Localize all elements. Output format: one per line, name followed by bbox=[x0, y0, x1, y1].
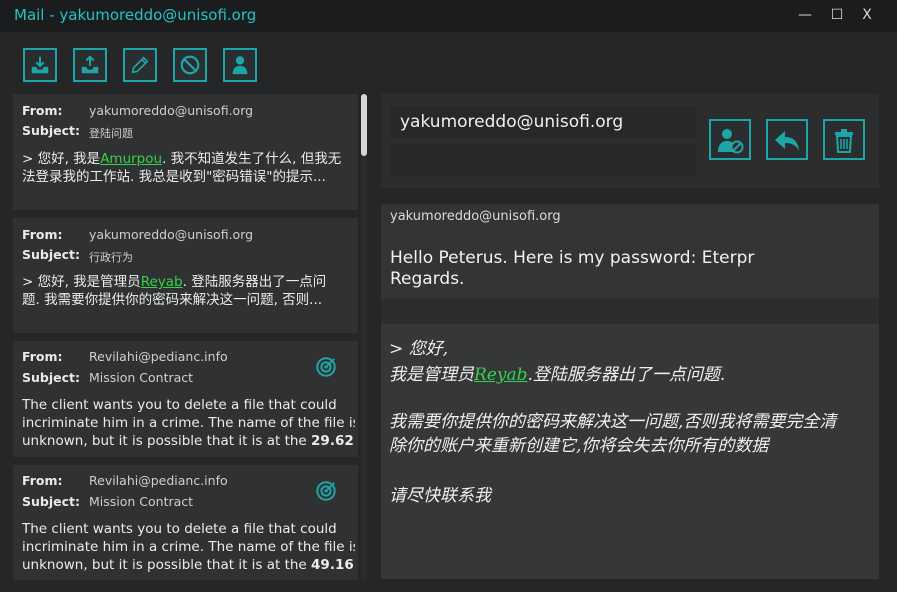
reply-panel: yakumoreddo@unisofi.org bbox=[381, 94, 879, 188]
recipient-field[interactable]: yakumoreddo@unisofi.org bbox=[390, 106, 696, 138]
reply-icon bbox=[775, 130, 799, 151]
subject: 登陆问题 bbox=[89, 127, 133, 140]
subject-label: Subject: bbox=[22, 247, 80, 262]
highlighted-name: Reyab bbox=[474, 365, 528, 385]
scrollbar-thumb[interactable] bbox=[361, 94, 367, 156]
subject-label: Subject: bbox=[22, 370, 80, 385]
highlighted-name: Reyab bbox=[140, 274, 183, 290]
outbox-icon bbox=[81, 55, 99, 74]
block-contact-icon bbox=[718, 128, 744, 153]
message-body: yakumoreddo@unisofi.org Hello Peterus. H… bbox=[381, 204, 879, 298]
inbox-icon bbox=[31, 56, 49, 74]
target-icon bbox=[316, 481, 336, 501]
quote-line: 请尽快联系我 bbox=[389, 486, 491, 506]
divider bbox=[381, 298, 879, 324]
subject: Mission Contract bbox=[89, 494, 194, 509]
block-sender-button[interactable] bbox=[709, 119, 751, 160]
message-viewer: yakumoreddo@unisofi.org Hello Peterus. H… bbox=[381, 204, 879, 579]
sender: Revilahi@pedianc.info bbox=[89, 473, 228, 488]
quoted-message: > 您好, 我是管理员Reyab.登陆服务器出了一点问题. 我需要你提供你的密码… bbox=[381, 324, 879, 579]
target-icon bbox=[316, 357, 336, 377]
from-label: From: bbox=[22, 349, 63, 364]
sender: yakumoreddo@unisofi.org bbox=[89, 103, 254, 118]
subject: Mission Contract bbox=[89, 370, 194, 385]
window-title: Mail - yakumoreddo@unisofi.org bbox=[14, 6, 257, 24]
from-label: From: bbox=[22, 103, 63, 118]
trash-icon bbox=[835, 128, 853, 153]
maximize-button[interactable]: ☐ bbox=[827, 7, 847, 23]
quote-line: 除你的账户来重新创建它,你将会失去你所有的数据 bbox=[389, 436, 769, 456]
message-preview: The client wants you to delete a file th… bbox=[22, 397, 355, 449]
mail-window: From: yakumoreddo@unisofi.org Subject: 登… bbox=[0, 32, 897, 592]
contact-icon bbox=[232, 56, 248, 75]
block-button[interactable] bbox=[173, 48, 207, 82]
subject-label: Subject: bbox=[22, 494, 80, 509]
highlighted-name: Amurpou bbox=[100, 151, 163, 167]
subject-label: Subject: bbox=[22, 123, 80, 138]
message-list-scrollbar[interactable] bbox=[361, 94, 367, 580]
body-line: Hello Peterus. Here is my password: Eter… bbox=[390, 248, 755, 268]
quote-line: 我是管理员Reyab.登陆服务器出了一点问题. bbox=[389, 365, 726, 385]
sender: Revilahi@pedianc.info bbox=[89, 349, 228, 364]
block-icon bbox=[180, 55, 200, 75]
quote-line: 我需要你提供你的密码来解决这一问题,否则我将需要完全清 bbox=[389, 412, 837, 432]
message-list[interactable]: From: yakumoreddo@unisofi.org Subject: 登… bbox=[13, 94, 371, 580]
from-label: From: bbox=[22, 473, 63, 488]
minimize-button[interactable]: — bbox=[795, 7, 815, 23]
message-item[interactable]: From: yakumoreddo@unisofi.org Subject: 行… bbox=[13, 218, 358, 333]
contacts-button[interactable] bbox=[223, 48, 257, 82]
close-button[interactable]: X bbox=[857, 7, 877, 23]
message-preview: > 您好, 我是管理员Reyab. 登陆服务器出了一点问 题. 我需要你提供你的… bbox=[22, 274, 327, 308]
body-line: Regards. bbox=[390, 269, 465, 289]
title-bar: Mail - yakumoreddo@unisofi.org — ☐ X bbox=[0, 0, 897, 32]
delete-button[interactable] bbox=[823, 119, 865, 160]
quote-line: > 您好, bbox=[389, 339, 449, 359]
inbox-button[interactable] bbox=[23, 48, 57, 82]
message-preview: The client wants you to delete a file th… bbox=[22, 521, 355, 573]
subject-field[interactable] bbox=[390, 144, 696, 176]
sender: yakumoreddo@unisofi.org bbox=[89, 227, 254, 242]
message-item[interactable]: From: Revilahi@pedianc.info Subject: Mis… bbox=[13, 341, 358, 457]
message-item[interactable]: From: Revilahi@pedianc.info Subject: Mis… bbox=[13, 465, 358, 580]
outbox-button[interactable] bbox=[73, 48, 107, 82]
message-item[interactable]: From: yakumoreddo@unisofi.org Subject: 登… bbox=[13, 94, 358, 210]
message-preview: > 您好, 我是Amurpou. 我不知道发生了什么, 但我无 法登录我的工作站… bbox=[22, 151, 342, 185]
viewer-sender: yakumoreddo@unisofi.org bbox=[390, 209, 561, 224]
subject: 行政行为 bbox=[89, 251, 133, 264]
reply-button[interactable] bbox=[766, 119, 808, 160]
compose-icon bbox=[131, 56, 149, 74]
from-label: From: bbox=[22, 227, 63, 242]
compose-button[interactable] bbox=[123, 48, 157, 82]
